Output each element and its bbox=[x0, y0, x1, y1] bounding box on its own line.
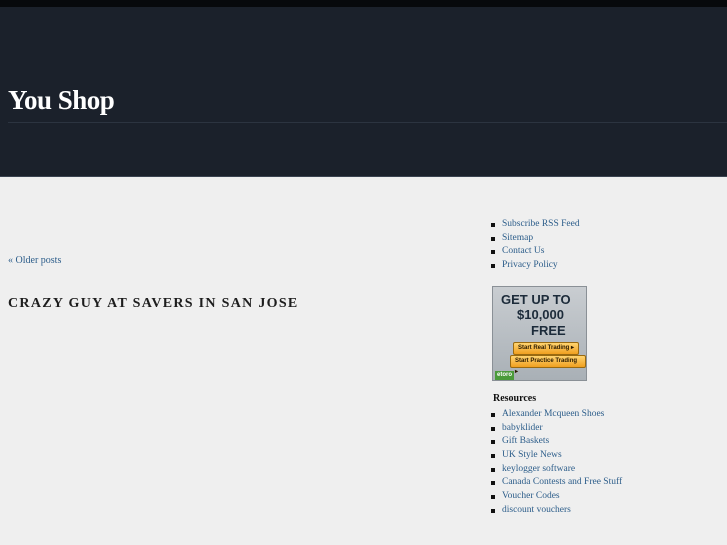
resource-link[interactable]: babyklider bbox=[502, 423, 543, 433]
post-title[interactable]: CRAZY GUY AT SAVERS IN SAN JOSE bbox=[8, 296, 299, 312]
resource-link[interactable]: Gift Baskets bbox=[502, 436, 549, 446]
resource-item[interactable]: Canada Contests and Free Stuff bbox=[490, 476, 622, 490]
bullet-icon bbox=[491, 495, 495, 500]
bullet-icon bbox=[491, 426, 495, 431]
resource-item[interactable]: Voucher Codes bbox=[490, 490, 622, 504]
resource-link[interactable]: Voucher Codes bbox=[502, 491, 560, 501]
resource-item[interactable]: Gift Baskets bbox=[490, 435, 622, 449]
bullet-icon bbox=[491, 454, 495, 459]
header-divider bbox=[8, 122, 727, 123]
nav-item-contact[interactable]: Contact Us bbox=[490, 245, 580, 259]
resource-link[interactable]: discount vouchers bbox=[502, 505, 571, 515]
nav-item-sitemap[interactable]: Sitemap bbox=[490, 232, 580, 246]
nav-item-rss[interactable]: Subscribe RSS Feed bbox=[490, 218, 580, 232]
nav-item-label[interactable]: Contact Us bbox=[502, 246, 544, 256]
bullet-icon bbox=[491, 264, 495, 269]
resource-item[interactable]: Alexander Mcqueen Shoes bbox=[490, 408, 622, 422]
bullet-icon bbox=[491, 467, 495, 472]
bullet-icon bbox=[491, 223, 495, 227]
older-posts-link[interactable]: « Older posts bbox=[8, 255, 61, 266]
sidebar-nav-list: Subscribe RSS Feed Sitemap Contact Us Pr… bbox=[490, 218, 580, 273]
site-header: You Shop bbox=[0, 7, 727, 177]
start-practice-trading-button[interactable]: Start Practice Trading ▸ bbox=[510, 355, 586, 375]
nav-item-label[interactable]: Privacy Policy bbox=[502, 260, 558, 270]
resource-link[interactable]: keylogger software bbox=[502, 464, 575, 474]
bullet-icon bbox=[491, 440, 495, 445]
bullet-icon bbox=[491, 413, 495, 417]
ad-free: FREE bbox=[531, 323, 566, 338]
bullet-icon bbox=[491, 236, 495, 241]
resource-link[interactable]: Alexander Mcqueen Shoes bbox=[502, 409, 604, 419]
ad-amount: $10,000 bbox=[517, 307, 564, 322]
site-title[interactable]: You Shop bbox=[8, 85, 115, 116]
start-real-trading-button[interactable]: Start Real Trading ▸ bbox=[513, 342, 580, 355]
resource-item[interactable]: keylogger software bbox=[490, 463, 622, 477]
nav-item-label[interactable]: Sitemap bbox=[502, 233, 533, 243]
nav-item-label[interactable]: Subscribe RSS Feed bbox=[502, 219, 580, 229]
etoro-ad-banner[interactable]: GET UP TO $10,000 FREE Start Real Tradin… bbox=[492, 286, 587, 381]
resource-item[interactable]: UK Style News bbox=[490, 449, 622, 463]
resource-item[interactable]: discount vouchers bbox=[490, 504, 622, 518]
bullet-icon bbox=[491, 250, 495, 255]
nav-item-privacy[interactable]: Privacy Policy bbox=[490, 259, 580, 273]
top-bar bbox=[0, 0, 727, 7]
ad-headline: GET UP TO bbox=[501, 292, 571, 307]
resources-heading: Resources bbox=[493, 393, 537, 404]
resources-list: Alexander Mcqueen Shoes babyklider Gift … bbox=[490, 408, 622, 518]
bullet-icon bbox=[491, 481, 495, 486]
resource-link[interactable]: UK Style News bbox=[502, 450, 562, 460]
etoro-logo: etoro bbox=[495, 371, 514, 380]
resource-item[interactable]: babyklider bbox=[490, 422, 622, 436]
resource-link[interactable]: Canada Contests and Free Stuff bbox=[502, 477, 622, 487]
bullet-icon bbox=[491, 508, 495, 513]
